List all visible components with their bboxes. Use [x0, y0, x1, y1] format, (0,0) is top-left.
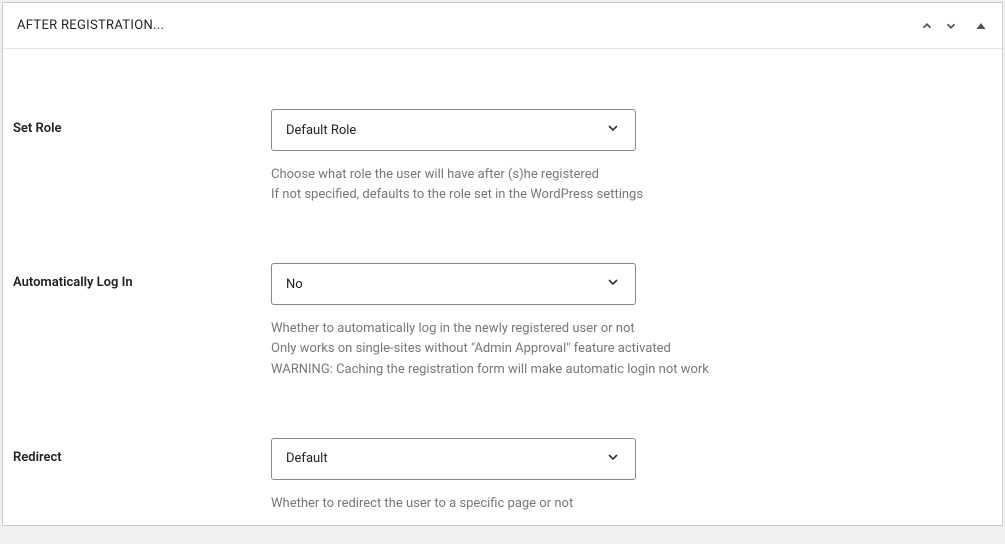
field-row-redirect: Redirect Default Whether to redirect the…	[13, 438, 992, 514]
control-redirect: Default Whether to redirect the user to …	[271, 438, 992, 514]
help-redirect: Whether to redirect the user to a specif…	[271, 494, 992, 514]
panel-body: Set Role Default Role Choose what role t…	[3, 49, 1002, 544]
panel-actions	[920, 19, 988, 33]
help-line: Only works on single-sites without "Admi…	[271, 339, 992, 359]
chevron-down-icon	[605, 449, 621, 469]
chevron-down-icon	[605, 120, 621, 140]
caret-up-icon[interactable]	[974, 19, 988, 33]
set-role-value: Default Role	[286, 123, 356, 138]
redirect-value: Default	[286, 451, 328, 466]
control-set-role: Default Role Choose what role the user w…	[271, 109, 992, 205]
auto-login-value: No	[286, 277, 303, 292]
help-line: Whether to redirect the user to a specif…	[271, 494, 992, 514]
chevron-down-icon[interactable]	[944, 19, 958, 33]
panel-header: AFTER REGISTRATION...	[3, 3, 1002, 49]
help-line: Whether to automatically log in the newl…	[271, 319, 992, 339]
help-set-role: Choose what role the user will have afte…	[271, 165, 992, 205]
redirect-select[interactable]: Default	[271, 438, 636, 480]
auto-login-select[interactable]: No	[271, 263, 636, 305]
field-row-auto-login: Automatically Log In No Whether to autom…	[13, 263, 992, 379]
panel-title: AFTER REGISTRATION...	[17, 18, 164, 33]
help-auto-login: Whether to automatically log in the newl…	[271, 319, 992, 379]
after-registration-panel: AFTER REGISTRATION... Set Role Default R…	[2, 2, 1003, 526]
label-auto-login: Automatically Log In	[13, 263, 271, 290]
chevron-up-icon[interactable]	[920, 19, 934, 33]
label-redirect: Redirect	[13, 438, 271, 465]
label-set-role: Set Role	[13, 109, 271, 136]
help-line: Choose what role the user will have afte…	[271, 165, 992, 185]
control-auto-login: No Whether to automatically log in the n…	[271, 263, 992, 379]
set-role-select[interactable]: Default Role	[271, 109, 636, 151]
chevron-down-icon	[605, 274, 621, 294]
help-line: WARNING: Caching the registration form w…	[271, 360, 992, 380]
help-line: If not specified, defaults to the role s…	[271, 185, 992, 205]
field-row-set-role: Set Role Default Role Choose what role t…	[13, 109, 992, 205]
